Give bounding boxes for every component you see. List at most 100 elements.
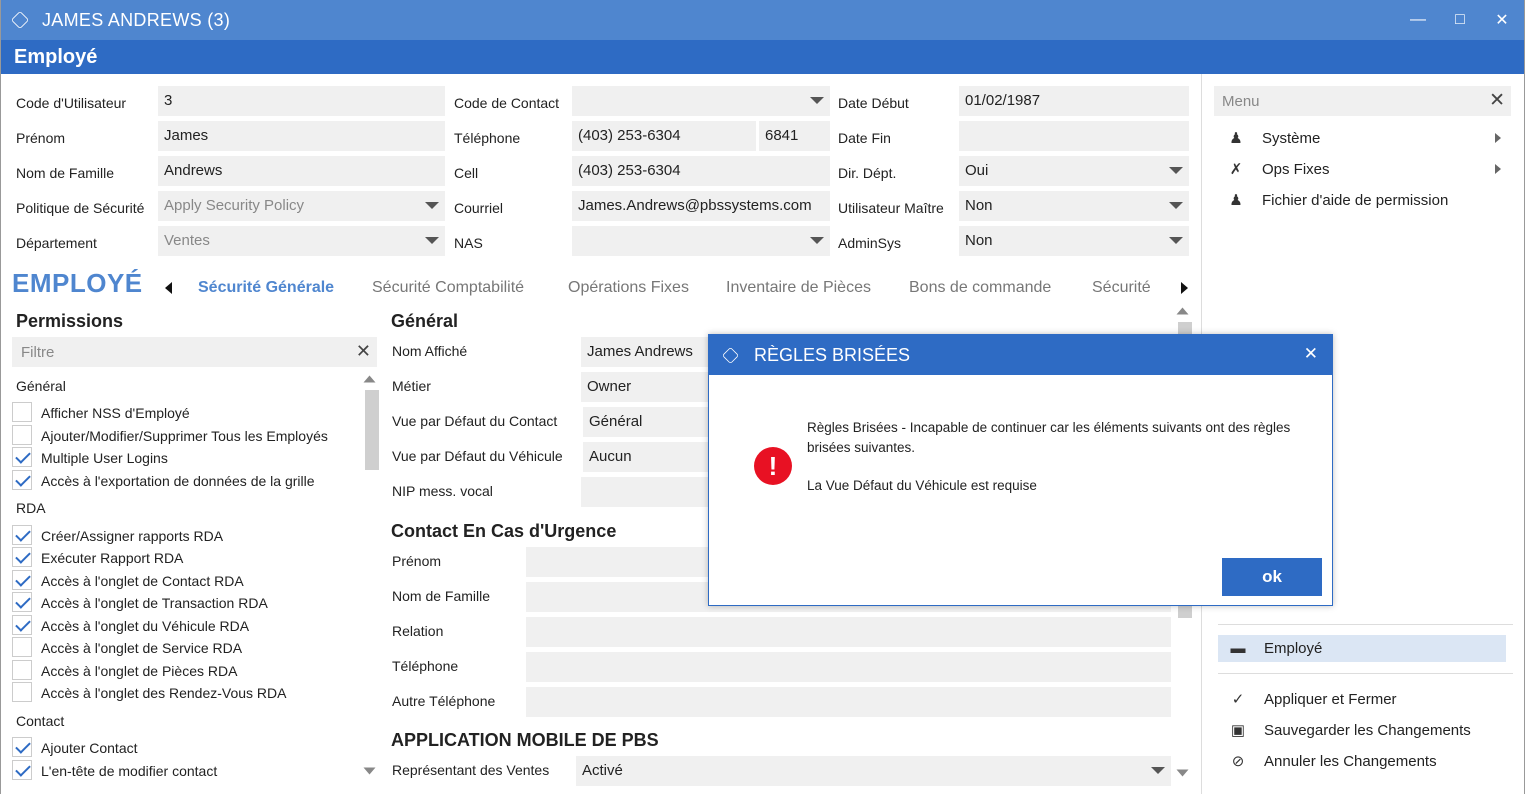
annuler-button[interactable]: ⊘ Annuler les Changements [1228, 752, 1437, 771]
save-icon: ▣ [1230, 722, 1246, 739]
tab-scroll-right-icon[interactable] [1181, 282, 1188, 294]
permission-label: Accès à l'exportation de données de la g… [41, 473, 315, 489]
date-debut-label: Date Début [838, 95, 909, 111]
scroll-up-icon[interactable] [363, 375, 376, 383]
code-utilisateur-field[interactable]: 3 [158, 86, 445, 116]
urgence-autre-telephone-field[interactable] [526, 687, 1171, 717]
politique-select[interactable]: Apply Security Policy [158, 191, 445, 221]
menu-item-fichier-aide[interactable]: ♟ Fichier d'aide de permission [1226, 191, 1448, 210]
checkbox[interactable] [12, 570, 32, 590]
util-maitre-select[interactable]: Non [959, 191, 1189, 221]
checkbox[interactable] [12, 615, 32, 635]
permission-label: Ajouter Contact [41, 740, 138, 756]
code-utilisateur-label: Code d'Utilisateur [16, 95, 127, 111]
nom-famille-label: Nom de Famille [16, 165, 115, 181]
nom-famille-field[interactable]: Andrews [158, 156, 445, 186]
checkbox[interactable] [12, 660, 32, 680]
prenom-field[interactable]: James [158, 121, 445, 151]
error-icon: ! [754, 447, 792, 485]
checkbox[interactable] [12, 402, 32, 422]
telephone-label: Téléphone [454, 130, 521, 146]
checkbox[interactable] [12, 592, 32, 612]
sauvegarder-button[interactable]: ▣ Sauvegarder les Changements [1228, 721, 1471, 740]
tab-bons-commande[interactable]: Bons de commande [909, 279, 1051, 297]
checkbox[interactable] [12, 737, 32, 757]
urgence-relation-label: Relation [392, 623, 444, 639]
cell-field[interactable]: (403) 253-6304 [572, 156, 830, 186]
checkbox[interactable] [12, 470, 32, 490]
minimize-icon[interactable]: — [1400, 0, 1436, 40]
courriel-field[interactable]: James.Andrews@pbssystems.com [572, 191, 830, 221]
permission-label: Accès à l'onglet de Contact RDA [41, 573, 244, 589]
close-menu-icon[interactable]: ✕ [1489, 89, 1505, 112]
permissions-title: Permissions [16, 311, 124, 331]
scroll-up-icon[interactable] [1176, 307, 1189, 315]
checkbox[interactable] [12, 425, 32, 445]
scroll-down-icon[interactable] [1176, 769, 1189, 777]
checkbox[interactable] [12, 760, 32, 780]
appliquer-fermer-button[interactable]: ✓ Appliquer et Fermer [1228, 690, 1397, 709]
urgence-telephone-field[interactable] [526, 652, 1171, 682]
menu-item-systeme[interactable]: ♟ Système [1226, 129, 1320, 148]
scroll-down-icon[interactable] [363, 767, 376, 775]
chevron-down-icon [810, 237, 824, 244]
clear-filter-icon[interactable]: ✕ [356, 341, 371, 362]
urgence-prenom-label: Prénom [392, 553, 442, 569]
telephone-ext-field[interactable]: 6841 [759, 121, 830, 151]
tab-securite-generale[interactable]: Sécurité Générale [198, 279, 334, 297]
window-border [0, 0, 1, 794]
close-dialog-icon[interactable]: ✕ [1304, 344, 1318, 364]
menu-search-input[interactable]: Menu ✕ [1214, 86, 1511, 116]
menu-item-ops-fixes[interactable]: ✗ Ops Fixes [1226, 160, 1330, 179]
prenom-label: Prénom [16, 130, 66, 146]
tab-securite-vehicule[interactable]: Sécurité Ve [1092, 279, 1152, 297]
dialog-titlebar: RÈGLES BRISÉES ✕ [709, 335, 1332, 375]
tab-scroll-left-icon[interactable] [165, 282, 172, 294]
filter-placeholder: Filtre [21, 344, 55, 361]
nip-label: NIP mess. vocal [392, 483, 493, 499]
user-icon: ♟ [1229, 130, 1243, 147]
divider [1218, 624, 1513, 625]
checkbox[interactable] [12, 525, 32, 545]
maximize-icon[interactable]: □ [1442, 0, 1478, 40]
dialog-message: Règles Brisées - Incapable de continuer … [807, 420, 1291, 455]
scrollbar-thumb[interactable] [365, 390, 379, 470]
checkbox[interactable] [12, 547, 32, 567]
rep-ventes-select[interactable]: Activé [576, 756, 1171, 786]
dialog-title: RÈGLES BRISÉES [754, 344, 911, 365]
filter-input[interactable]: Filtre ✕ [12, 337, 377, 367]
telephone-field[interactable]: (403) 253-6304 [572, 121, 756, 151]
group-general: Général [16, 378, 66, 394]
nas-select[interactable] [572, 226, 830, 256]
date-debut-field[interactable]: 01/02/1987 [959, 86, 1189, 116]
general-title: Général [391, 311, 459, 331]
rep-ventes-value: Activé [582, 762, 623, 779]
ok-button[interactable]: ok [1222, 558, 1322, 596]
tab-securite-comptabilite[interactable]: Sécurité Comptabilité [372, 279, 524, 297]
code-contact-select[interactable] [572, 86, 830, 116]
check-icon: ✓ [1231, 691, 1245, 708]
checkbox[interactable] [12, 637, 32, 657]
window-titlebar: JAMES ANDREWS (3) — □ ✕ [0, 0, 1525, 40]
cell-label: Cell [454, 165, 479, 181]
permission-label: Exécuter Rapport RDA [41, 550, 184, 566]
departement-label: Département [16, 235, 97, 251]
departement-value: Ventes [164, 232, 210, 249]
dir-dept-select[interactable]: Oui [959, 156, 1189, 186]
urgence-relation-field[interactable] [526, 617, 1171, 647]
tab-operations-fixes[interactable]: Opérations Fixes [568, 279, 689, 297]
tab-inventaire-pieces[interactable]: Inventaire de Pièces [726, 279, 871, 297]
permission-label: Afficher NSS d'Employé [41, 405, 190, 421]
vue-vehicule-label: Vue par Défaut du Véhicule [392, 448, 563, 464]
permission-label: L'en-tête de modifier contact [41, 763, 218, 779]
urgence-nom-label: Nom de Famille [392, 588, 491, 604]
checkbox[interactable] [12, 682, 32, 702]
date-fin-field[interactable] [959, 121, 1189, 151]
mobile-title: APPLICATION MOBILE DE PBS [391, 730, 659, 750]
urgence-telephone-label: Téléphone [392, 658, 459, 674]
close-window-icon[interactable]: ✕ [1484, 0, 1520, 40]
checkbox[interactable] [12, 447, 32, 467]
departement-select[interactable]: Ventes [158, 226, 445, 256]
vue-contact-label: Vue par Défaut du Contact [392, 413, 558, 429]
adminsys-select[interactable]: Non [959, 226, 1189, 256]
